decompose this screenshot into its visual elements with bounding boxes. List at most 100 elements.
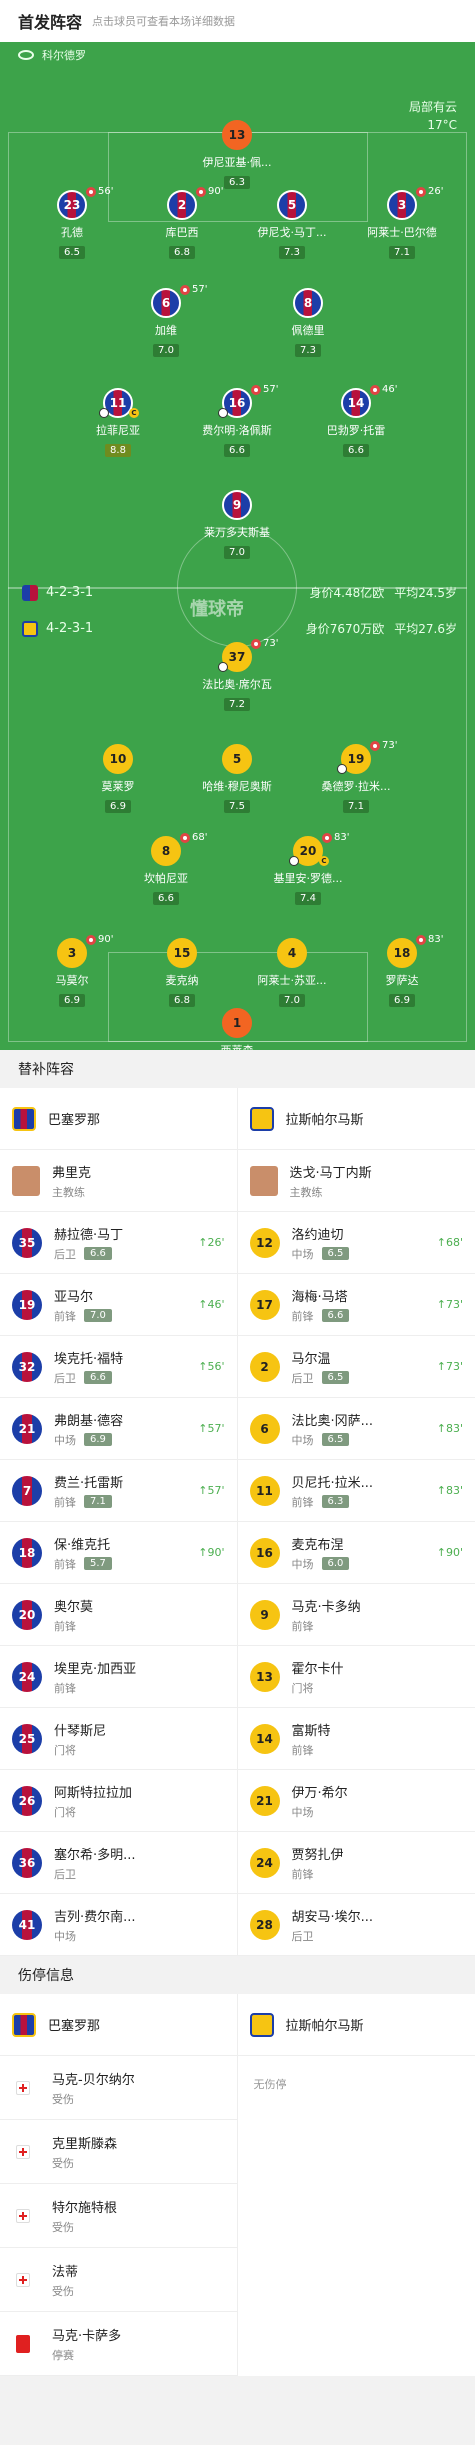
subs-home-team[interactable]: 巴塞罗那	[0, 1088, 238, 1149]
away-player[interactable]: 37 73' 法比奥·席尔瓦 7.2	[187, 638, 287, 711]
away-age: 平均27.6岁	[394, 622, 457, 636]
injury-item[interactable]: 法蒂 受伤	[0, 2248, 237, 2312]
sub-out-icon	[180, 284, 190, 295]
injury-item[interactable]: 马克-贝尔纳尔 受伤	[0, 2056, 237, 2120]
away-sub-player[interactable]: 9 马克·卡多纳 前锋	[238, 1584, 475, 1645]
player-rating: 6.8	[169, 246, 195, 259]
home-player[interactable]: 9 莱万多夫斯基 7.0	[187, 490, 287, 559]
coach-label: 主教练	[52, 1185, 85, 1199]
home-coach[interactable]: 弗里克 主教练	[0, 1150, 238, 1211]
sub-out-icon	[196, 186, 206, 197]
sub-in-marker: ↑73'	[436, 1360, 463, 1373]
away-sub-player[interactable]: 12 洛约迪切 中场 6.5 ↑68'	[238, 1212, 475, 1273]
player-name: 保·维克托	[54, 1537, 111, 1553]
away-sub-player[interactable]: 6 法比奥·冈萨... 中场 6.5 ↑83'	[238, 1398, 475, 1459]
home-player[interactable]: 23 56' 孔德 6.5	[22, 186, 122, 259]
home-sub-player[interactable]: 18 保·维克托 前锋 5.7 ↑90'	[0, 1522, 238, 1583]
injury-item[interactable]: 特尔施特根 受伤	[0, 2184, 237, 2248]
sub-row: 19 亚马尔 前锋 7.0 ↑46' 17 海梅·马塔 前锋 6.6 ↑73'	[0, 1274, 475, 1336]
shirt-number: 23	[57, 190, 87, 220]
shirt-number: 9	[249, 1599, 280, 1630]
away-sub-player[interactable]: 21 伊万·希尔 中场	[238, 1770, 475, 1831]
player-rating: 6.3	[224, 176, 250, 189]
away-sub-player[interactable]: 16 麦克布涅 中场 6.0 ↑90'	[238, 1522, 475, 1583]
shirt-number: 14	[341, 388, 371, 418]
home-player[interactable]: 2 90' 库巴西 6.8	[132, 186, 232, 259]
shirt-number: 5	[277, 190, 307, 220]
away-sub-player[interactable]: 13 霍尔卡什 门将	[238, 1646, 475, 1707]
away-player[interactable]: 18 83' 罗萨达 6.9	[352, 934, 452, 1007]
home-sub-player[interactable]: 32 埃克托·福特 后卫 6.6 ↑56'	[0, 1336, 238, 1397]
away-sub-player[interactable]: 17 海梅·马塔 前锋 6.6 ↑73'	[238, 1274, 475, 1335]
sub-off-marker: 46'	[370, 384, 397, 395]
away-player[interactable]: 4 阿莱士·苏亚... 7.0	[242, 938, 342, 1007]
injury-cross-icon	[16, 2080, 30, 2095]
home-sub-player[interactable]: 35 赫拉德·马丁 后卫 6.6 ↑26'	[0, 1212, 238, 1273]
player-name: 洛约迪切	[291, 1227, 344, 1243]
player-rating: 6.8	[169, 994, 195, 1007]
player-position: 前锋	[291, 1743, 314, 1757]
home-player[interactable]: 3 26' 阿莱士·巴尔德 7.1	[352, 186, 452, 259]
player-name: 贾努扎伊	[291, 1847, 344, 1863]
home-sub-player[interactable]: 7 费兰·托雷斯 前锋 7.1 ↑57'	[0, 1460, 238, 1521]
away-sub-player[interactable]: 11 贝尼托·拉米... 前锋 6.3 ↑83'	[238, 1460, 475, 1521]
shirt-number: 20 C	[289, 836, 329, 866]
sub-row: 24 埃里克·加西亚 前锋 13 霍尔卡什 门将	[0, 1646, 475, 1708]
home-sub-player[interactable]: 25 什琴斯尼 门将	[0, 1708, 238, 1769]
home-sub-player[interactable]: 24 埃里克·加西亚 前锋	[0, 1646, 238, 1707]
sub-off-marker: 56'	[86, 186, 113, 197]
home-player[interactable]: 11 C 拉菲尼亚 8.8	[68, 388, 168, 457]
home-sub-player[interactable]: 26 阿斯特拉拉加 门将	[0, 1770, 238, 1831]
away-sub-player[interactable]: 2 马尔温 后卫 6.5 ↑73'	[238, 1336, 475, 1397]
home-sub-player[interactable]: 21 弗朗基·德容 中场 6.9 ↑57'	[0, 1398, 238, 1459]
player-name: 伊万·希尔	[291, 1785, 348, 1801]
home-sub-player[interactable]: 36 塞尔希·多明... 后卫	[0, 1832, 238, 1893]
away-coach[interactable]: 迭戈·马丁内斯 主教练	[238, 1150, 475, 1211]
away-sub-player[interactable]: 28 胡安马·埃尔... 后卫	[238, 1894, 475, 1955]
home-sub-player[interactable]: 19 亚马尔 前锋 7.0 ↑46'	[0, 1274, 238, 1335]
home-sub-player[interactable]: 20 奥尔莫 前锋	[0, 1584, 238, 1645]
away-player[interactable]: 3 90' 马莫尔 6.9	[22, 934, 122, 1007]
goal-ball-icon	[99, 408, 109, 418]
home-player[interactable]: 16 57' 费尔明·洛佩斯 6.6	[187, 384, 287, 457]
player-rating: 7.0	[84, 1309, 112, 1322]
subs-away-team[interactable]: 拉斯帕尔马斯	[238, 1088, 475, 1149]
sub-in-marker: ↑73'	[436, 1298, 463, 1311]
home-player[interactable]: 14 46' 巴勃罗·托雷 6.6	[306, 384, 406, 457]
player-position: 前锋	[54, 1557, 76, 1571]
shirt-number: 18	[12, 1537, 42, 1568]
player-name: 吉列·费尔南...	[54, 1909, 136, 1925]
player-name: 费兰·托雷斯	[54, 1475, 124, 1491]
player-name: 伊尼亚基·佩...	[202, 156, 272, 169]
away-sub-player[interactable]: 14 富斯特 前锋	[238, 1708, 475, 1769]
home-sub-player[interactable]: 41 吉列·费尔南... 中场	[0, 1894, 238, 1955]
goal-ball-icon	[218, 408, 228, 418]
injuries-team-row: 巴塞罗那 拉斯帕尔马斯	[0, 1994, 475, 2056]
shirt-number: 13	[249, 1661, 280, 1692]
away-sub-player[interactable]: 24 贾努扎伊 前锋	[238, 1832, 475, 1893]
shirt-number: 6	[249, 1413, 280, 1444]
home-player[interactable]: 6 57' 加维 7.0	[116, 284, 216, 357]
sub-off-marker: 83'	[322, 832, 349, 843]
injury-status: 受伤	[52, 2156, 74, 2170]
away-player[interactable]: 20 C 83' 基里安·罗德... 7.4	[258, 832, 358, 905]
player-rating: 6.0	[321, 1557, 350, 1570]
player-name: 马克-贝尔纳尔	[52, 2072, 135, 2088]
shirt-number: 26	[12, 1785, 42, 1816]
away-player[interactable]: 8 68' 坎帕尼亚 6.6	[116, 832, 216, 905]
shirt-number: 24	[12, 1661, 42, 1692]
away-player[interactable]: 19 73' 桑德罗·拉米... 7.1	[306, 740, 406, 813]
home-player[interactable]: 13 伊尼亚基·佩... 6.3	[187, 120, 287, 189]
injury-item[interactable]: 马克·卡萨多 停赛	[0, 2312, 237, 2376]
player-rating: 6.5	[59, 246, 85, 259]
home-player[interactable]: 5 伊尼戈·马丁... 7.3	[242, 190, 342, 259]
player-rating: 7.2	[224, 698, 250, 711]
injury-item[interactable]: 克里斯滕森 受伤	[0, 2120, 237, 2184]
injuries-away-team: 拉斯帕尔马斯	[238, 1994, 475, 2055]
away-player[interactable]: 5 哈维·穆尼奥斯 7.5	[187, 744, 287, 813]
away-player[interactable]: 1西莱森7.8	[187, 1008, 287, 1050]
player-position: 中场	[291, 1805, 314, 1819]
away-player[interactable]: 15 麦克纳 6.8	[132, 938, 232, 1007]
home-player[interactable]: 8 佩德里 7.3	[258, 288, 358, 357]
away-player[interactable]: 10 莫莱罗 6.9	[68, 744, 168, 813]
